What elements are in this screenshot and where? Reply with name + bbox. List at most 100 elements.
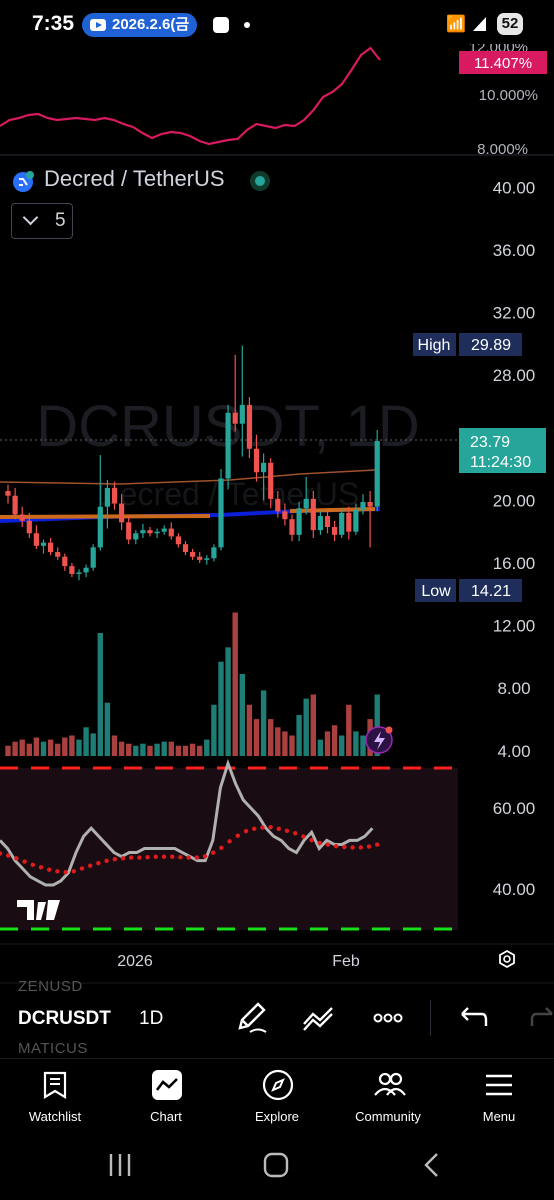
nav-menu[interactable]: Menu (444, 1059, 554, 1133)
rsi-ma-dot (268, 824, 273, 830)
rsi-ma-dot (227, 839, 232, 844)
nav-community[interactable]: Community (333, 1059, 443, 1133)
candle-body (161, 528, 167, 532)
candle-body (239, 404, 245, 424)
price-axis-tick: 40.00 (493, 178, 536, 197)
redo-icon[interactable] (522, 1000, 554, 1036)
time-axis-label: 2026 (117, 953, 153, 970)
candle-body (140, 530, 146, 534)
candle-body (367, 501, 373, 507)
volume-bar (26, 743, 32, 756)
candle-body (261, 462, 267, 473)
candle-body (310, 498, 316, 531)
rsi-background (0, 768, 458, 930)
top-indicator-line (0, 46, 381, 146)
rsi-ma-dot (202, 854, 208, 859)
candle-body (246, 404, 252, 449)
volume-bar (47, 739, 54, 756)
nav-explore[interactable]: Explore (222, 1059, 332, 1133)
candle-body (111, 487, 118, 504)
draw-pen-icon[interactable] (232, 1000, 272, 1036)
candle-body (55, 552, 61, 557)
volume-bar (282, 731, 288, 756)
chart-settings-icon[interactable] (499, 949, 515, 969)
status-bar: 7:35 2026.2.6(금 📶 52 (0, 0, 554, 44)
collapse-indicators-button[interactable]: 5 (11, 203, 73, 239)
symbol-ticker-button[interactable]: DCRUSDT (18, 1008, 111, 1030)
volume-bar (239, 674, 245, 756)
candle-body (5, 491, 11, 496)
candle-body (175, 536, 181, 545)
nav-chart[interactable]: Chart (111, 1059, 221, 1133)
rsi-ma-dot (342, 844, 347, 850)
drawing-tools-icon[interactable] (298, 1000, 338, 1036)
rsi-ma-dot (38, 865, 44, 870)
more-icon[interactable] (368, 1000, 408, 1036)
rsi-ma-dot (178, 854, 183, 860)
candle-body (12, 495, 18, 515)
rsi-ma-dot (325, 842, 331, 847)
market-open-indicator[interactable] (250, 171, 270, 191)
candle-body (317, 516, 323, 531)
volume-bars (5, 612, 380, 756)
next-symbol[interactable]: MATICUS (18, 1040, 88, 1057)
volume-bar (133, 745, 139, 756)
volume-bar (310, 694, 316, 756)
candle-body (324, 516, 331, 528)
volume-bar (324, 731, 331, 756)
recent-apps-icon[interactable] (109, 1154, 131, 1176)
volume-bar (339, 735, 345, 756)
back-icon[interactable] (424, 1153, 438, 1177)
rsi-ma-dot (301, 834, 306, 839)
rsi-ma-dot (112, 856, 118, 862)
volume-bar (83, 727, 89, 756)
volume-bar (62, 737, 68, 756)
candle-body (275, 498, 281, 512)
system-navigation-bar (109, 1152, 438, 1178)
volume-bar (182, 745, 189, 756)
candle-body (232, 412, 238, 424)
nav-watchlist[interactable]: Watchlist (0, 1059, 110, 1133)
volume-bar (140, 743, 146, 756)
rsi-ma-dot (120, 856, 126, 861)
chart-icon (152, 1070, 182, 1100)
volume-bar (69, 735, 75, 756)
volume-bar (161, 741, 167, 756)
rsi-ma-dot (350, 845, 355, 850)
volume-bar (175, 745, 182, 756)
candle-body (253, 448, 260, 473)
candle-body (76, 572, 82, 574)
hexagon-shape (499, 949, 515, 969)
top-indicator-pane: 12.000%10.000%8.000%11.407% (0, 44, 547, 158)
interval-button[interactable]: 1D (139, 1008, 163, 1030)
volume-bar (211, 704, 217, 756)
more-notifications-dot (244, 22, 250, 28)
undo-icon[interactable] (452, 1000, 492, 1036)
rsi-ma-dot (219, 845, 224, 851)
nav-watchlist-label: Watchlist (28, 1109, 82, 1124)
candle-body (289, 519, 295, 535)
symbol-title[interactable]: Decred / TetherUS (44, 166, 225, 192)
candle-body (69, 566, 75, 574)
candle-body (296, 508, 302, 535)
bottom-navigation: Watchlist Chart Explore Community Menu (0, 1058, 554, 1133)
rsi-ma-dot (170, 854, 175, 859)
volume-bar (111, 735, 118, 756)
prev-symbol[interactable]: ZENUSD (18, 978, 83, 995)
rsi-ma-dot (252, 826, 257, 831)
price-axis-tick: 20.00 (493, 491, 536, 510)
rsi-ma-dot (309, 837, 314, 843)
price-axis-tick: 16.00 (493, 554, 536, 573)
candle-body (374, 441, 380, 507)
low-label: Low (421, 583, 451, 600)
youtube-icon (90, 19, 106, 31)
rsi-axis-tick: 40.00 (493, 880, 536, 899)
nav-chart-label: Chart (150, 1109, 182, 1124)
volume-bar (33, 737, 40, 756)
candle-body (126, 522, 132, 540)
watchlist-icon (43, 1071, 67, 1099)
candle-body (97, 506, 103, 548)
volume-bar (154, 743, 160, 756)
volume-bar (275, 727, 281, 756)
home-icon[interactable] (263, 1152, 289, 1178)
